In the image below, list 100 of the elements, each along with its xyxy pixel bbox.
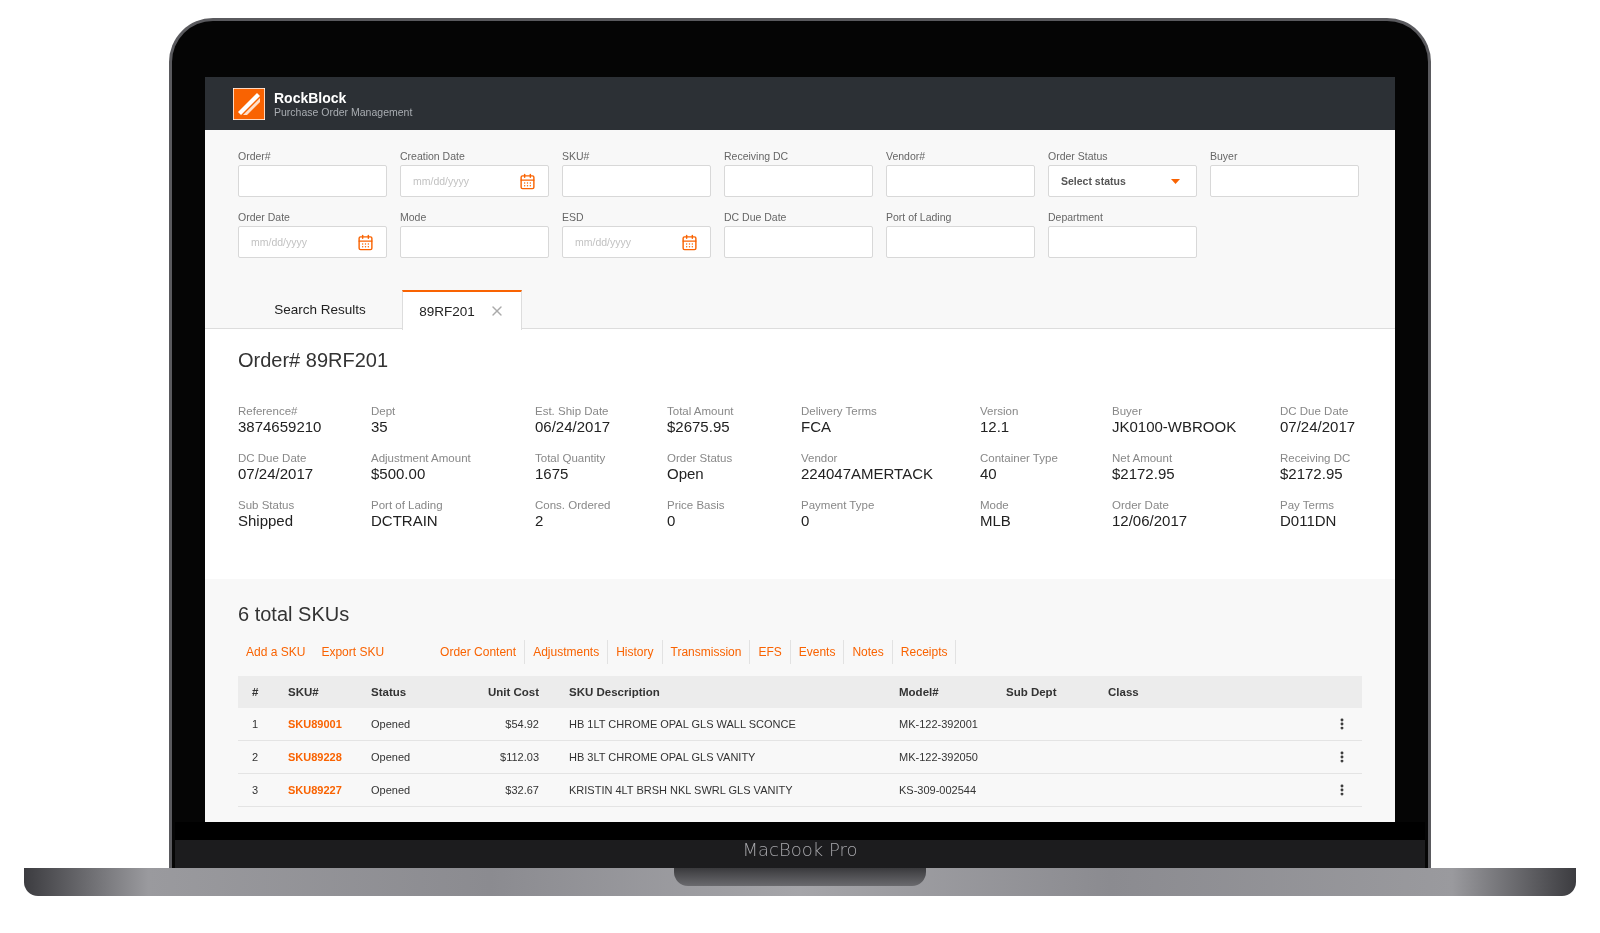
detail-value: 06/24/2017 bbox=[535, 418, 612, 435]
order-title: Order# 89RF201 bbox=[238, 349, 390, 372]
detail-value: 12.1 bbox=[980, 418, 1011, 435]
detail-value: Open bbox=[667, 465, 705, 482]
detail-label: Order Date bbox=[1112, 499, 1170, 511]
input-field[interactable] bbox=[886, 165, 1035, 197]
field-label: SKU# bbox=[562, 150, 591, 162]
table-cell-text: HB 1LT CHROME OPAL GLS WALL SCONCE bbox=[569, 718, 797, 730]
detail-value: 07/24/2017 bbox=[1280, 418, 1357, 435]
field-label: DC Due Date bbox=[724, 211, 788, 223]
detail-value: 3874659210 bbox=[238, 418, 323, 435]
sku-link[interactable]: SKU89228 bbox=[288, 751, 371, 763]
detail-label: Net Amount bbox=[1112, 452, 1174, 464]
detail-label: Dept bbox=[371, 405, 397, 417]
section-tab[interactable]: Notes bbox=[844, 640, 893, 664]
input-field[interactable] bbox=[724, 165, 873, 197]
field-label: Order Date bbox=[238, 211, 291, 223]
detail-value: 2 bbox=[535, 512, 545, 529]
detail-label: Order Status bbox=[667, 452, 734, 464]
table-cell-text: 1 bbox=[251, 718, 260, 730]
section-tab[interactable]: History bbox=[608, 640, 663, 664]
detail-value: 35 bbox=[371, 418, 389, 435]
field-label: Department bbox=[1048, 211, 1104, 223]
calendar-icon[interactable] bbox=[357, 233, 374, 251]
column-header: Unit Cost bbox=[486, 686, 540, 698]
tab[interactable]: Search Results bbox=[238, 290, 402, 328]
section-tab[interactable]: Receipts bbox=[892, 640, 957, 664]
table-cell-text: Opened bbox=[371, 718, 412, 730]
detail-label: Adjustment Amount bbox=[371, 452, 472, 464]
detail-value: 1675 bbox=[535, 465, 570, 482]
app-title: RockBlock bbox=[274, 89, 348, 106]
detail-label: Sub Status bbox=[238, 499, 296, 511]
table-cell-text: Opened bbox=[371, 751, 412, 763]
calendar-icon[interactable] bbox=[681, 233, 698, 251]
input-field[interactable] bbox=[886, 226, 1035, 258]
table-cell-text: $54.92 bbox=[504, 718, 540, 730]
detail-label: DC Due Date bbox=[1280, 405, 1350, 417]
sku-title: 6 total SKUs bbox=[238, 603, 351, 626]
table-cell-text: MK-122-392001 bbox=[899, 718, 979, 730]
detail-value: $500.00 bbox=[371, 465, 427, 482]
section-tab[interactable]: Transmission bbox=[662, 640, 751, 664]
section-tab[interactable]: EFS bbox=[750, 640, 791, 664]
section-tab[interactable]: Order Content bbox=[432, 640, 526, 664]
detail-value: Shipped bbox=[238, 512, 295, 529]
detail-label: Est. Ship Date bbox=[535, 405, 610, 417]
detail-value: 40 bbox=[980, 465, 998, 482]
sku-link[interactable]: SKU89227 bbox=[288, 784, 371, 796]
field-label: Buyer bbox=[1210, 150, 1239, 162]
action-link[interactable]: Export SKU bbox=[313, 640, 393, 664]
device-label: MacBook Pro bbox=[742, 839, 858, 860]
input-field[interactable] bbox=[238, 165, 387, 197]
detail-value: JK0100-WBROOK bbox=[1112, 418, 1238, 435]
column-header: Class bbox=[1108, 686, 1140, 698]
detail-value: D011DN bbox=[1280, 512, 1338, 529]
tab[interactable]: 89RF201 bbox=[402, 290, 522, 330]
field-label: Creation Date bbox=[400, 150, 466, 162]
column-header: Model# bbox=[899, 686, 940, 698]
detail-value: $2675.95 bbox=[667, 418, 731, 435]
detail-value: 07/24/2017 bbox=[238, 465, 315, 482]
detail-label: Price Basis bbox=[667, 499, 726, 511]
section-tab[interactable]: Events bbox=[790, 640, 845, 664]
section-tab[interactable]: Adjustments bbox=[525, 640, 609, 664]
detail-label: Receiving DC bbox=[1280, 452, 1352, 464]
detail-label: Total Amount bbox=[667, 405, 735, 417]
detail-value: 0 bbox=[801, 512, 811, 529]
column-header: # bbox=[251, 686, 260, 698]
detail-label: Mode bbox=[980, 499, 1010, 511]
column-header: SKU# bbox=[288, 686, 320, 698]
date-field[interactable]: mm/dd/yyyy bbox=[238, 226, 387, 258]
detail-label: Reference# bbox=[238, 405, 299, 417]
input-field[interactable] bbox=[1210, 165, 1359, 197]
date-field[interactable]: mm/dd/yyyy bbox=[400, 165, 549, 197]
detail-label: Version bbox=[980, 405, 1020, 417]
sku-link[interactable]: SKU89001 bbox=[288, 718, 371, 730]
detail-value: FCA bbox=[801, 418, 832, 435]
table-cell-text: 3 bbox=[251, 784, 260, 796]
detail-label: Container Type bbox=[980, 452, 1059, 464]
detail-label: Vendor bbox=[801, 452, 839, 464]
table-cell-text: KRISTIN 4LT BRSH NKL SWRL GLS VANITY bbox=[569, 784, 794, 796]
table-cell-text: HB 3LT CHROME OPAL GLS VANITY bbox=[569, 751, 757, 763]
column-header: SKU Description bbox=[569, 686, 661, 698]
detail-label: DC Due Date bbox=[238, 452, 308, 464]
caret-icon bbox=[1171, 178, 1180, 184]
action-link[interactable]: Add a SKU bbox=[238, 640, 314, 664]
input-field[interactable] bbox=[400, 226, 549, 258]
date-field[interactable]: mm/dd/yyyy bbox=[562, 226, 711, 258]
calendar-icon[interactable] bbox=[519, 172, 536, 190]
input-field[interactable] bbox=[724, 226, 873, 258]
input-field[interactable] bbox=[1048, 226, 1197, 258]
field-label: Order Status bbox=[1048, 150, 1109, 162]
detail-label: Delivery Terms bbox=[801, 405, 878, 417]
column-header: Status bbox=[371, 686, 408, 698]
detail-value: 224047AMERTACK bbox=[801, 465, 934, 482]
detail-value: MLB bbox=[980, 512, 1012, 529]
field-label: Receiving DC bbox=[724, 150, 790, 162]
input-field[interactable] bbox=[562, 165, 711, 197]
detail-label: Cons. Ordered bbox=[535, 499, 612, 511]
detail-label: Buyer bbox=[1112, 405, 1144, 417]
status-dropdown[interactable]: Select status bbox=[1048, 165, 1197, 197]
detail-label: Pay Terms bbox=[1280, 499, 1336, 511]
